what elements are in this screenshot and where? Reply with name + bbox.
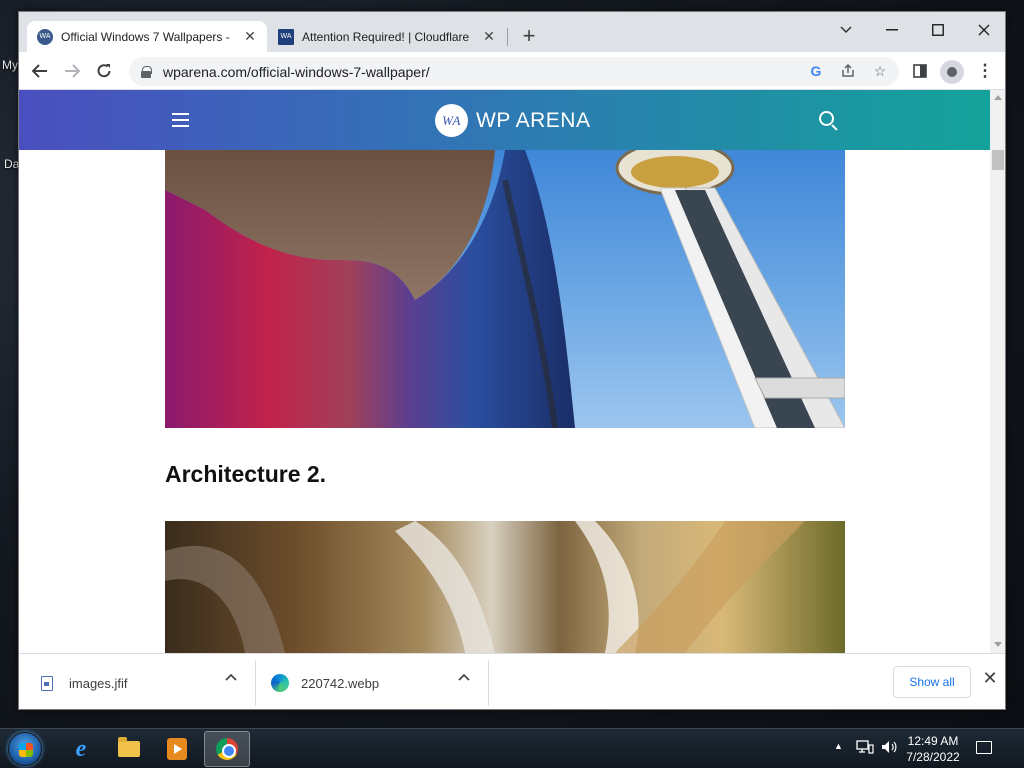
download-separator [488, 660, 489, 706]
volume-icon[interactable] [880, 739, 898, 758]
internet-explorer-icon[interactable]: e [58, 731, 104, 767]
action-center-icon[interactable] [976, 741, 992, 754]
side-panel-icon[interactable] [909, 60, 931, 82]
address-bar[interactable]: wparena.com/official-windows-7-wallpaper… [129, 57, 899, 86]
site-logo-text: WP ARENA [476, 108, 591, 132]
network-icon[interactable] [856, 739, 874, 758]
site-header: WA WP ARENA [19, 90, 990, 150]
wparena-favicon-icon: WA [278, 28, 294, 45]
download-separator [255, 660, 256, 706]
google-translate-icon[interactable]: G [806, 61, 826, 81]
clock-time: 12:49 AM [907, 734, 959, 748]
tab-search-chevron-icon[interactable] [823, 16, 869, 44]
clock-date: 7/28/2022 [906, 750, 960, 764]
reload-button[interactable] [93, 60, 115, 82]
hamburger-menu-icon[interactable] [172, 113, 189, 127]
back-button[interactable] [29, 60, 51, 82]
download-item-220742-webp[interactable]: 220742.webp [271, 662, 379, 704]
scroll-down-arrow-icon[interactable] [994, 642, 1002, 647]
scrollbar-thumb[interactable] [992, 150, 1004, 170]
download-options-chevron-icon[interactable] [458, 670, 470, 684]
show-hidden-icons-icon[interactable]: ▲ [834, 741, 843, 751]
desktop-icon-label-my[interactable]: My [2, 58, 18, 72]
share-icon[interactable] [838, 61, 858, 81]
menu-kebab-icon[interactable]: ⋮ [974, 60, 996, 82]
file-explorer-icon[interactable] [106, 731, 152, 767]
forward-button[interactable] [61, 60, 83, 82]
show-all-downloads-button[interactable]: Show all [893, 666, 971, 698]
site-search-icon[interactable] [819, 111, 834, 126]
bookmark-star-icon[interactable]: ☆ [870, 61, 890, 81]
browser-toolbar: wparena.com/official-windows-7-wallpaper… [19, 52, 1005, 90]
url-text[interactable]: wparena.com/official-windows-7-wallpaper… [163, 64, 430, 80]
system-clock[interactable]: 12:49 AM 7/28/2022 [900, 733, 966, 765]
lock-icon[interactable] [141, 65, 152, 78]
windows-taskbar: e ▲ 12:49 AM 7/28/2022 [0, 728, 1024, 768]
tab-attention-required[interactable]: WA Attention Required! | Cloudflare ✕ [268, 21, 506, 52]
architecture-photo-space-needle [165, 150, 845, 428]
wparena-logo-icon: WA [435, 104, 468, 137]
media-player-icon[interactable] [154, 731, 200, 767]
page-viewport: WA WP ARENA Architecture 2. [19, 90, 990, 653]
maximize-button[interactable] [915, 16, 961, 44]
download-shelf: images.jfif 220742.webp Show all ✕ [19, 653, 1005, 709]
chrome-icon[interactable] [204, 731, 250, 767]
profile-avatar-icon[interactable] [940, 60, 964, 84]
download-filename: 220742.webp [301, 675, 380, 691]
section-heading: Architecture 2. [165, 461, 327, 487]
close-tab-icon[interactable]: ✕ [482, 28, 496, 45]
start-button[interactable] [8, 732, 42, 766]
download-filename: images.jfif [69, 675, 128, 691]
new-tab-button[interactable]: + [517, 24, 541, 48]
tab-separator [507, 28, 508, 46]
close-download-shelf-icon[interactable]: ✕ [979, 668, 1001, 689]
browser-window: WA Official Windows 7 Wallpapers - ✕ WA … [18, 11, 1006, 710]
tab-title: Official Windows 7 Wallpapers - [61, 29, 230, 44]
tab-strip: WA Official Windows 7 Wallpapers - ✕ WA … [19, 12, 1005, 52]
download-item-images-jfif[interactable]: images.jfif [41, 662, 128, 704]
site-logo[interactable]: WA WP ARENA [435, 104, 590, 137]
close-window-button[interactable] [961, 16, 1005, 44]
architecture-photo-metal-facade [165, 521, 845, 653]
tab-title: Attention Required! | Cloudflare [302, 29, 470, 44]
wparena-favicon-icon: WA [37, 28, 53, 45]
image-file-icon [41, 675, 53, 691]
edge-icon [271, 674, 289, 692]
close-tab-icon[interactable]: ✕ [243, 28, 257, 45]
download-options-chevron-icon[interactable] [225, 670, 237, 684]
page-scrollbar[interactable] [990, 90, 1005, 653]
scroll-up-arrow-icon[interactable] [994, 95, 1002, 100]
tab-official-windows-7-wallpapers[interactable]: WA Official Windows 7 Wallpapers - ✕ [27, 21, 267, 52]
minimize-button[interactable] [869, 16, 915, 44]
